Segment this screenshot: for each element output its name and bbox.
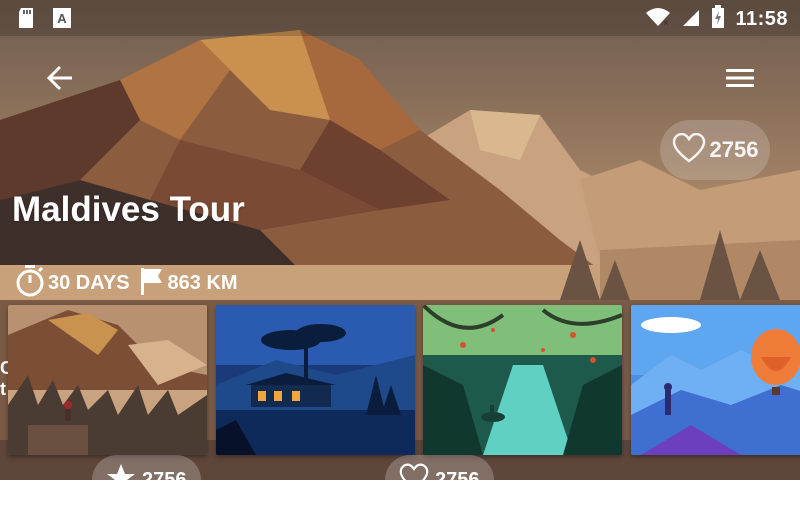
bottom-star-button[interactable]: 2756 — [92, 455, 201, 505]
distance-info: 863 KM — [140, 267, 238, 300]
heart-outline-icon — [672, 132, 706, 168]
tour-meta: 30 DAYS 863 KM — [16, 264, 248, 302]
tour-title: Maldives Tour — [12, 190, 245, 229]
svg-text:A: A — [57, 11, 67, 26]
star-icon — [106, 463, 136, 497]
thumbnail-mountain-lake-hiker[interactable] — [8, 305, 207, 455]
svg-text:×: × — [663, 18, 669, 28]
duration-info: 30 DAYS — [16, 264, 130, 302]
thumbnail-blue-mountains-balloon[interactable] — [631, 305, 800, 455]
thumbnail-forest-river-boat[interactable] — [423, 305, 622, 455]
thumbnail-strip[interactable] — [0, 305, 800, 455]
status-bar: A × 11:58 — [0, 0, 800, 36]
bottom-heart-count: 2756 — [435, 468, 480, 491]
distance-text: 863 KM — [167, 271, 238, 294]
signal-icon — [681, 6, 701, 33]
thumbnail-night-cabin-lake[interactable] — [216, 305, 415, 455]
arrow-back-icon — [46, 65, 74, 96]
status-time: 11:58 — [735, 8, 788, 30]
like-button[interactable]: 2756 — [660, 120, 770, 180]
flag-icon — [140, 267, 164, 300]
keyboard-a-icon: A — [52, 7, 72, 34]
hamburger-menu-icon — [726, 68, 754, 93]
sd-card-icon — [16, 7, 36, 34]
duration-text: 30 DAYS — [48, 271, 130, 294]
bottom-star-count: 2756 — [142, 468, 187, 491]
bottom-heart-button[interactable]: 2756 — [385, 455, 494, 505]
like-count: 2756 — [709, 137, 759, 162]
menu-button[interactable] — [720, 60, 760, 100]
wifi-icon: × — [645, 6, 671, 33]
battery-charging-icon — [711, 5, 725, 34]
timer-icon — [16, 264, 44, 302]
heart-outline-icon — [399, 463, 429, 497]
back-button[interactable] — [40, 60, 80, 100]
